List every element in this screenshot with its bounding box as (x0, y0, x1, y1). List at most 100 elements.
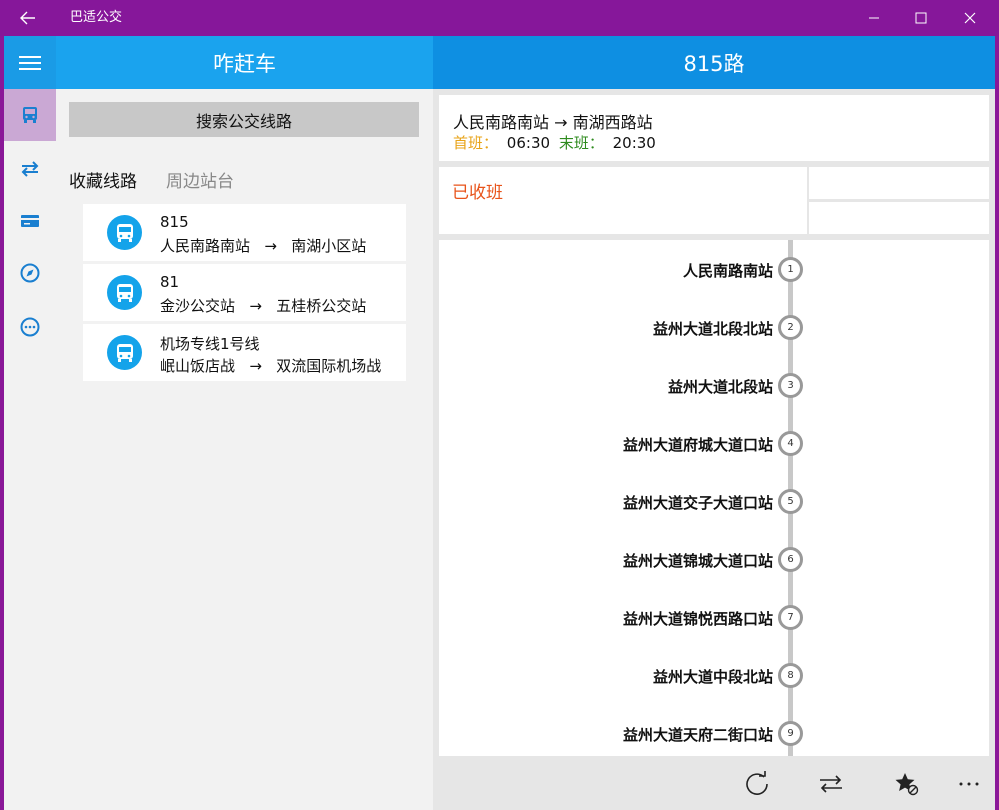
route-direction: 人民南路南站 → 南湖西路站 (453, 113, 653, 132)
tab-favorite-routes[interactable]: 收藏线路 (69, 167, 137, 192)
close-icon (964, 12, 976, 24)
compass-icon (20, 263, 40, 283)
swap-direction-icon (820, 775, 842, 793)
station-number-badge: 6 (778, 547, 803, 572)
bus-icon (107, 215, 142, 250)
station-row[interactable]: 人民南路南站 1 (439, 254, 989, 284)
service-status: 已收班 (452, 183, 503, 203)
station-name: 益州大道锦城大道口站 (622, 552, 773, 570)
station-row[interactable]: 益州大道锦悦西路口站 7 (439, 602, 989, 632)
service-status-card: 已收班 (439, 167, 807, 234)
more-icon (959, 782, 979, 786)
route-detail-title: 815路 (433, 36, 995, 89)
bus-icon (107, 335, 142, 370)
minimize-icon (869, 17, 879, 19)
rail-item-transfer[interactable] (4, 143, 56, 195)
nav-rail (4, 36, 56, 810)
route-endpoints: 人民南路南站 → 南湖小区站 (160, 235, 366, 256)
station-row[interactable]: 益州大道北段站 3 (439, 370, 989, 400)
route-list-item[interactable]: 81 金沙公交站 → 五桂桥公交站 (83, 264, 406, 321)
card-icon (21, 215, 39, 227)
first-bus-label: 首班： (453, 134, 499, 152)
station-row[interactable]: 益州大道天府二街口站 9 (439, 718, 989, 748)
station-row[interactable]: 益州大道中段北站 8 (439, 660, 989, 690)
route-from: 人民南路南站 (160, 237, 251, 255)
rail-item-bus[interactable] (4, 89, 56, 141)
station-row[interactable]: 益州大道锦城大道口站 6 (439, 544, 989, 574)
route-list-item[interactable]: 机场专线1号线 岷山饭店战 → 双流国际机场战 (83, 324, 406, 381)
last-bus-label: 末班： (558, 134, 604, 152)
hamburger-button[interactable] (4, 36, 56, 89)
route-to: 双流国际机场战 (276, 357, 382, 375)
route-endpoints: 岷山饭店战 → 双流国际机场战 (160, 355, 381, 376)
maximize-icon (915, 12, 927, 24)
bus-icon (107, 275, 142, 310)
more-button[interactable] (947, 762, 991, 806)
minimize-button[interactable] (849, 0, 899, 36)
refresh-button[interactable] (735, 762, 779, 806)
station-row[interactable]: 益州大道北段北站 2 (439, 312, 989, 342)
station-list: 人民南路南站 1 益州大道北段北站 2 益州大道北段站 3 益州大道府城大道口站 4 益州大道交… (439, 240, 989, 756)
back-button[interactable] (0, 0, 56, 36)
route-list-item[interactable]: 815 人民南路南站 → 南湖小区站 (83, 204, 406, 261)
station-row[interactable]: 益州大道府城大道口站 4 (439, 428, 989, 458)
route-info-card: 人民南路南站 → 南湖西路站 首班： 06:30 末班： 20:30 (439, 95, 989, 161)
refresh-icon (746, 771, 768, 795)
bottom-app-bar (433, 756, 995, 810)
station-name: 益州大道北段北站 (652, 320, 773, 338)
transfer-icon (21, 161, 39, 177)
route-detail-pane: 815路 人民南路南站 → 南湖西路站 首班： 06:30 末班： 20:30 … (433, 36, 995, 810)
route-name: 机场专线1号线 (160, 335, 260, 353)
favorites-pane: 咋赶车 搜索公交线路 收藏线路 周边站台 815 人民南路南站 → 南湖小区站 … (56, 36, 433, 810)
rail-item-card[interactable] (4, 195, 56, 247)
station-number-badge: 1 (778, 257, 803, 282)
route-arrow: → (264, 237, 277, 255)
close-button[interactable] (945, 0, 995, 36)
bus-icon (23, 107, 37, 123)
favorite-toggle-icon (895, 773, 919, 796)
title-bar: 巴适公交 (0, 0, 999, 36)
left-pane-title: 咋赶车 (56, 36, 433, 89)
maximize-button[interactable] (896, 0, 946, 36)
favorite-toggle-button[interactable] (885, 762, 929, 806)
station-name: 益州大道北段站 (667, 378, 773, 396)
first-bus-time: 06:30 (506, 134, 551, 152)
route-name: 815 (160, 213, 189, 231)
route-arrow: → (249, 297, 262, 315)
station-row[interactable]: 益州大道交子大道口站 5 (439, 486, 989, 516)
rail-item-more[interactable] (4, 301, 56, 353)
station-name: 益州大道交子大道口站 (622, 494, 773, 512)
station-name: 益州大道府城大道口站 (622, 436, 773, 454)
search-route-button[interactable]: 搜索公交线路 (69, 102, 419, 137)
station-name: 益州大道天府二街口站 (622, 726, 773, 744)
status-side-box-bottom (809, 202, 989, 234)
station-number-badge: 8 (778, 663, 803, 688)
last-bus-time: 20:30 (612, 134, 656, 152)
station-name: 益州大道中段北站 (652, 668, 773, 686)
hamburger-icon (19, 55, 41, 70)
station-number-badge: 9 (778, 721, 803, 746)
station-number-badge: 5 (778, 489, 803, 514)
swap-direction-button[interactable] (809, 762, 853, 806)
rail-item-compass[interactable] (4, 247, 56, 299)
route-from: 金沙公交站 (160, 297, 236, 315)
window-border (995, 36, 999, 810)
app-title: 巴适公交 (70, 10, 123, 25)
route-to: 五桂桥公交站 (276, 297, 367, 315)
route-name: 81 (160, 273, 180, 291)
schedule-times: 首班： 06:30 末班： 20:30 (453, 132, 656, 153)
route-to: 南湖小区站 (291, 237, 367, 255)
station-number-badge: 4 (778, 431, 803, 456)
status-side-box-top (809, 167, 989, 199)
station-number-badge: 3 (778, 373, 803, 398)
back-arrow-icon (20, 11, 35, 25)
station-number-badge: 7 (778, 605, 803, 630)
tab-nearby-stations[interactable]: 周边站台 (166, 167, 234, 192)
station-number-badge: 2 (778, 315, 803, 340)
more-circle-icon (20, 317, 40, 337)
route-endpoints: 金沙公交站 → 五桂桥公交站 (160, 295, 366, 316)
route-from: 岷山饭店战 (160, 357, 236, 375)
route-arrow: → (249, 357, 262, 375)
station-name: 人民南路南站 (682, 262, 773, 280)
station-name: 益州大道锦悦西路口站 (622, 610, 773, 628)
